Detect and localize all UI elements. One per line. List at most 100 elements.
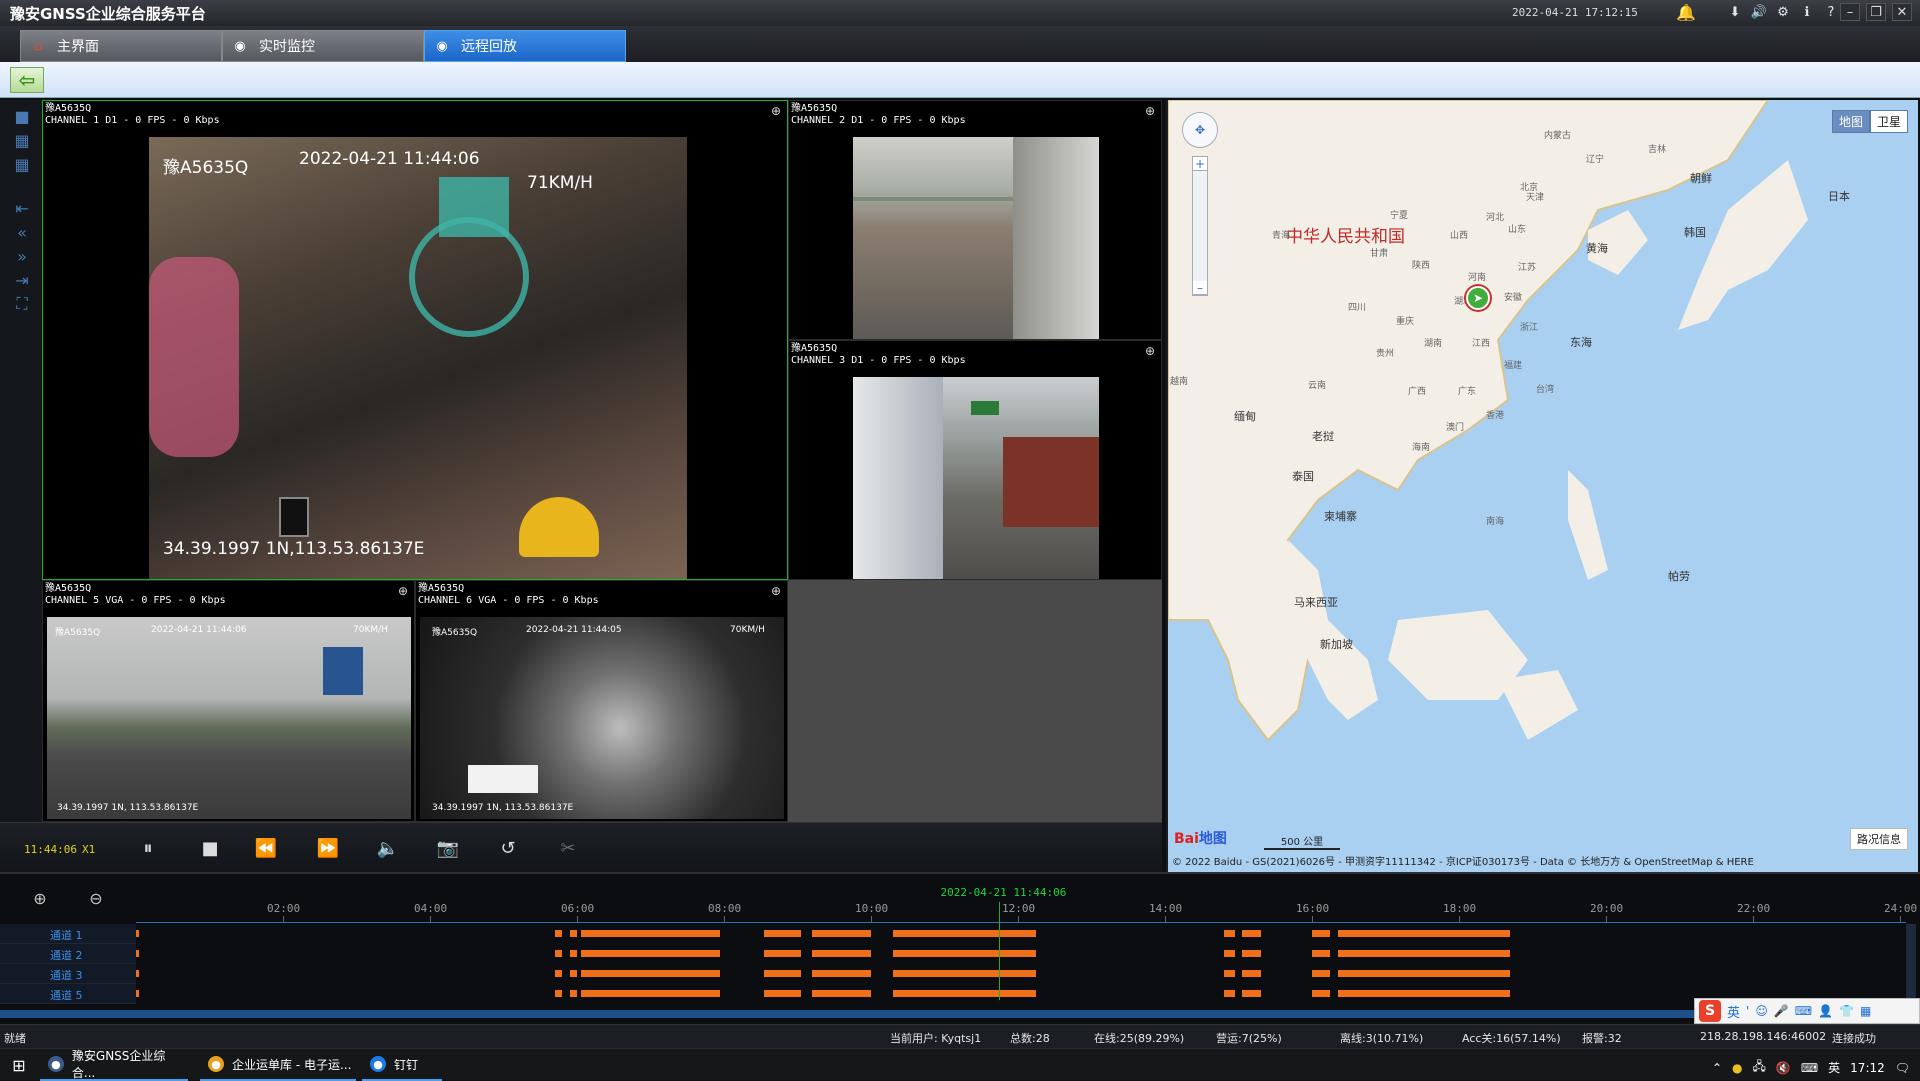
recording-segment[interactable] — [1337, 930, 1511, 937]
recording-segment[interactable] — [1312, 950, 1331, 957]
back-button[interactable]: ⇦ — [10, 67, 44, 93]
recording-segment[interactable] — [1312, 990, 1331, 997]
recording-segment[interactable] — [580, 990, 721, 997]
fullscreen-icon[interactable]: ⛶ — [12, 294, 32, 314]
pause-icon[interactable]: ⏸ — [136, 837, 160, 859]
volume-icon[interactable]: 🔈 — [376, 837, 400, 859]
recording-segment[interactable] — [1223, 950, 1235, 957]
skin-icon[interactable]: 👕 — [1839, 1004, 1854, 1018]
recording-segment[interactable] — [764, 930, 802, 937]
download-icon[interactable]: ⬇ — [1726, 3, 1744, 21]
recording-segment[interactable] — [812, 990, 871, 997]
recording-segment[interactable] — [136, 930, 139, 937]
speaker-mute-icon[interactable]: 🔇 — [1776, 1061, 1791, 1075]
ime-toolbar[interactable]: S 英 ' ☺ 🎤 ⌨ 👤 👕 ▦ — [1694, 998, 1920, 1024]
close-button[interactable]: ✕ — [1892, 3, 1912, 21]
recording-segment[interactable] — [893, 930, 1037, 937]
notification-icon[interactable]: 🗨 — [1895, 1061, 1910, 1075]
vehicle-marker[interactable]: ➤ — [1466, 286, 1490, 310]
user-icon[interactable]: 👤 — [1818, 1004, 1833, 1018]
map-type-satellite-button[interactable]: 卫星 — [1869, 110, 1908, 133]
video-panel-channel-3[interactable]: 豫A5635Q CHANNEL 3 D1 - 0 FPS - 0 Kbps ⊕ — [788, 340, 1162, 580]
tab-realtime[interactable]: ◉ 实时监控 — [222, 30, 424, 62]
skip-last-icon[interactable]: ⇥ — [12, 270, 32, 290]
camera-icon[interactable]: 📷 — [436, 837, 460, 859]
recording-segment[interactable] — [554, 990, 563, 997]
video-panel-channel-5[interactable]: 豫A5635Q CHANNEL 5 VGA - 0 FPS - 0 Kbps ⊕… — [42, 580, 415, 822]
rewind-icon[interactable]: ⏪ — [254, 837, 278, 859]
recording-segment[interactable] — [1337, 950, 1511, 957]
video-panel-channel-2[interactable]: 豫A5635Q CHANNEL 2 D1 - 0 FPS - 0 Kbps ⊕ — [788, 100, 1162, 340]
emoji-icon[interactable]: ☺ — [1755, 1004, 1768, 1018]
recording-segment[interactable] — [569, 930, 577, 937]
channel-label[interactable]: 通道 5 — [50, 987, 83, 1003]
recording-segment[interactable] — [893, 990, 1037, 997]
layout-quad-icon[interactable]: ▦ — [12, 130, 32, 150]
recording-segment[interactable] — [1312, 930, 1331, 937]
stop-icon[interactable]: ■ — [198, 837, 222, 859]
recording-segment[interactable] — [1337, 990, 1511, 997]
traffic-info-button[interactable]: 路况信息 — [1850, 828, 1908, 850]
next-page-icon[interactable]: » — [12, 246, 32, 266]
keyboard-icon[interactable]: ⌨ — [1795, 1004, 1812, 1018]
recording-segment[interactable] — [136, 990, 139, 997]
map-zoom-slider[interactable]: + – — [1192, 156, 1208, 296]
recording-segment[interactable] — [764, 950, 802, 957]
keyboard-icon[interactable]: ⌨ — [1801, 1061, 1818, 1075]
timeline-zoom-in-icon[interactable]: ⊕ — [28, 886, 52, 910]
zoom-icon[interactable]: ⊕ — [769, 584, 783, 598]
recording-segment[interactable] — [569, 950, 577, 957]
scissors-icon[interactable]: ✂ — [556, 837, 580, 859]
recording-segment[interactable] — [1223, 970, 1235, 977]
recording-segment[interactable] — [1312, 970, 1331, 977]
recording-segment[interactable] — [1242, 930, 1261, 937]
timeline-horizontal-scrollbar[interactable] — [0, 1010, 1905, 1018]
recording-segment[interactable] — [554, 970, 563, 977]
recording-segment[interactable] — [569, 970, 577, 977]
recording-segment[interactable] — [136, 950, 139, 957]
video-panel-channel-1[interactable]: 豫A5635Q CHANNEL 1 D1 - 0 FPS - 0 Kbps ⊕ … — [42, 100, 788, 580]
recording-segment[interactable] — [580, 970, 721, 977]
tray-ime-language[interactable]: 英 — [1828, 1059, 1840, 1076]
fast-forward-icon[interactable]: ⏩ — [316, 837, 340, 859]
zoom-icon[interactable]: ⊕ — [396, 584, 410, 598]
tray-expand-icon[interactable]: ⌃ — [1712, 1061, 1722, 1075]
restore-button[interactable]: ❐ — [1866, 3, 1886, 21]
punctuation-icon[interactable]: ' — [1746, 1004, 1749, 1018]
tab-playback[interactable]: ◉ 远程回放 — [424, 30, 626, 62]
zoom-icon[interactable]: ⊕ — [1143, 104, 1157, 118]
recording-segment[interactable] — [764, 970, 802, 977]
recording-segment[interactable] — [812, 970, 871, 977]
taskbar-item-dingtalk[interactable]: ● 钉钉 — [362, 1049, 442, 1081]
minimize-button[interactable]: – — [1840, 3, 1860, 21]
bell-icon[interactable]: 🔔 — [1676, 3, 1696, 22]
recording-segment[interactable] — [554, 950, 563, 957]
recording-segment[interactable] — [1242, 990, 1261, 997]
recording-segment[interactable] — [764, 990, 802, 997]
channel-label[interactable]: 通道 3 — [50, 967, 83, 983]
recording-segment[interactable] — [569, 990, 577, 997]
channel-label[interactable]: 通道 1 — [50, 927, 83, 943]
map-pan-control[interactable]: ✥ — [1182, 112, 1218, 148]
recording-segment[interactable] — [893, 970, 1037, 977]
layout-grid-icon[interactable]: ▦ — [12, 154, 32, 174]
recording-segment[interactable] — [1223, 990, 1235, 997]
recording-segment[interactable] — [1242, 950, 1261, 957]
timeline-vertical-scrollbar[interactable] — [1906, 924, 1916, 1004]
taskbar-item-chrome[interactable]: ● 企业运单库 - 电子运... — [200, 1049, 356, 1081]
map-panel[interactable]: 地图 卫星 ✥ + – 中华人民共和国 内蒙古 吉林 朝鲜 日本 韩国 辽宁 北… — [1166, 100, 1918, 872]
history-icon[interactable]: ↺ — [496, 837, 520, 859]
recording-segment[interactable] — [554, 930, 563, 937]
volume-icon[interactable]: 🔊 — [1750, 3, 1768, 21]
timeline-cursor[interactable] — [998, 902, 1000, 1000]
layout-single-icon[interactable]: ■ — [12, 106, 32, 126]
microphone-icon[interactable]: 🎤 — [1774, 1004, 1789, 1018]
menu-grid-icon[interactable]: ▦ — [1860, 1004, 1871, 1018]
taskbar-item-gnss[interactable]: ● 豫安GNSS企业综合... — [40, 1049, 188, 1081]
zoom-icon[interactable]: ⊕ — [1143, 344, 1157, 358]
sogou-icon[interactable]: S — [1699, 1000, 1721, 1022]
windows-start-icon[interactable]: ⊞ — [6, 1053, 32, 1077]
tray-app-icon[interactable]: ● — [1732, 1061, 1742, 1075]
video-panel-channel-6[interactable]: 豫A5635Q CHANNEL 6 VGA - 0 FPS - 0 Kbps ⊕… — [415, 580, 788, 822]
recording-segment[interactable] — [1223, 930, 1235, 937]
